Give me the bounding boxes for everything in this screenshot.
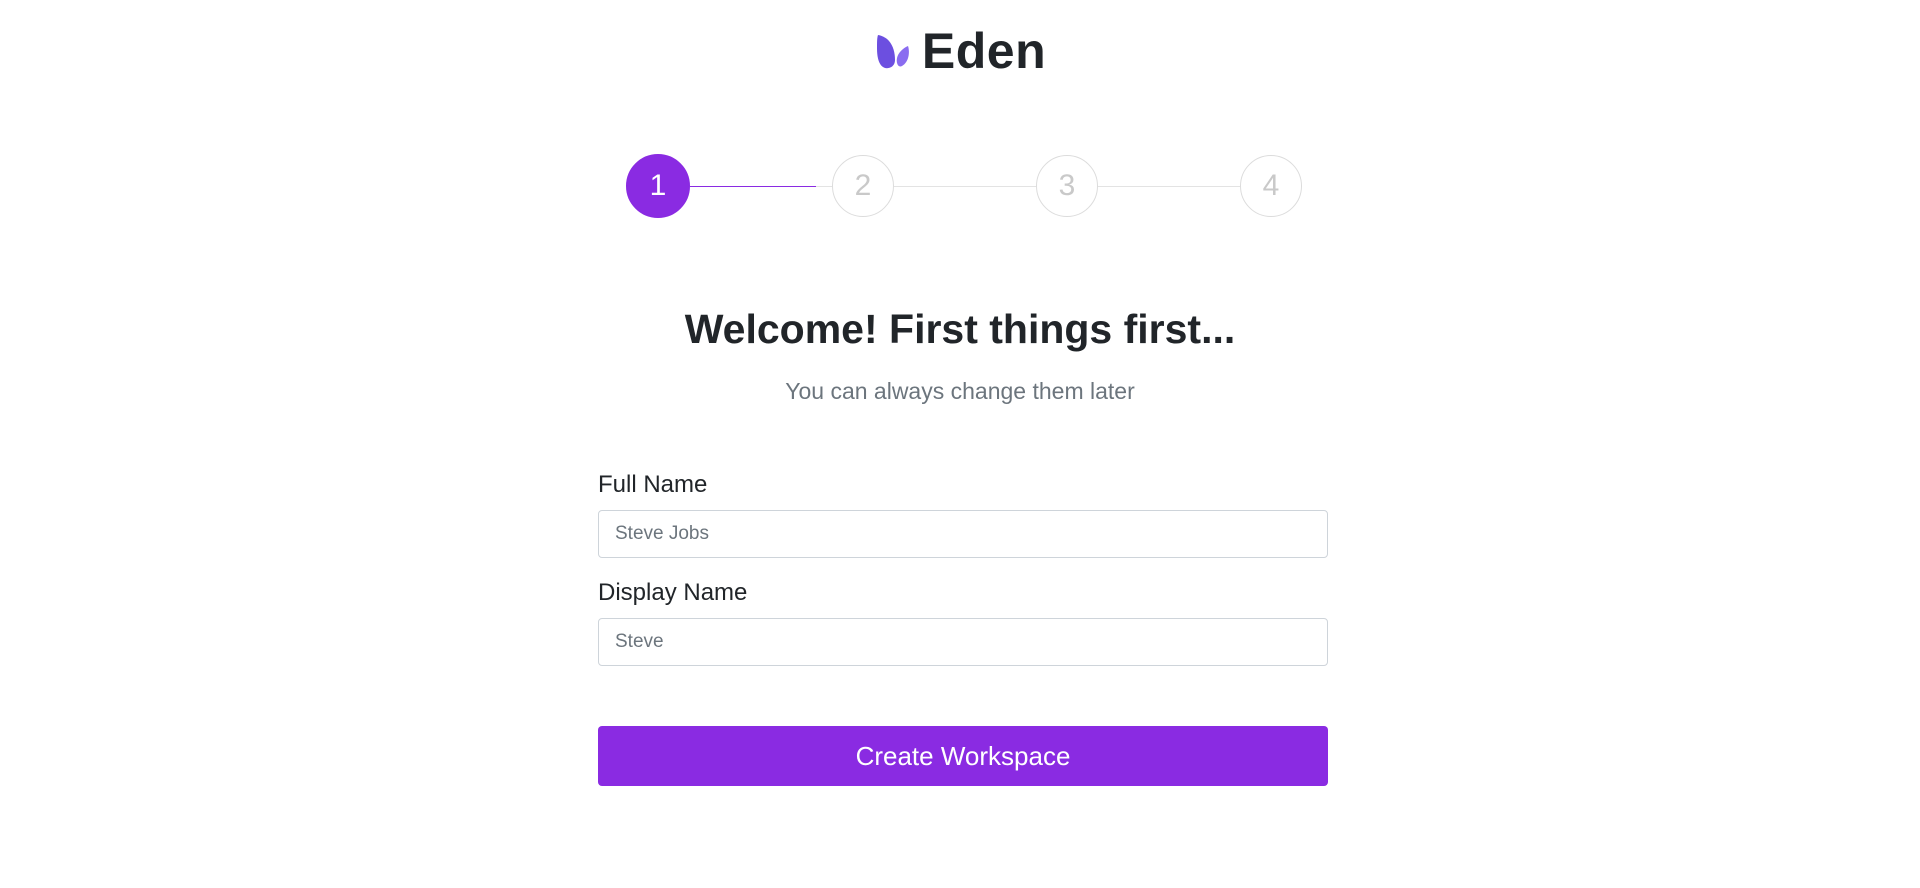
display-name-input[interactable] xyxy=(598,618,1328,666)
onboarding-page: Eden 1 2 3 4 Welcome! First things first… xyxy=(0,0,1920,888)
brand-logo-group[interactable]: Eden xyxy=(874,26,1046,76)
step-connector-2-3 xyxy=(894,186,1036,187)
step-connector-1-2 xyxy=(690,186,816,187)
step-4[interactable]: 4 xyxy=(1240,155,1302,217)
page-subtitle: You can always change them later xyxy=(785,378,1135,404)
page-title: Welcome! First things first... xyxy=(684,306,1236,352)
create-workspace-button[interactable]: Create Workspace xyxy=(598,726,1328,786)
step-1[interactable]: 1 xyxy=(626,154,690,218)
step-2[interactable]: 2 xyxy=(832,155,894,217)
step-3[interactable]: 3 xyxy=(1036,155,1098,217)
progress-stepper: 1 2 3 4 xyxy=(626,154,1302,219)
full-name-label: Full Name xyxy=(598,471,708,498)
brand-name: Eden xyxy=(921,23,1047,79)
step-connector-3-4 xyxy=(1098,186,1240,187)
display-name-group: Display Name xyxy=(598,578,1328,666)
full-name-input[interactable] xyxy=(598,510,1328,558)
step-connector-1-2-rest xyxy=(816,186,832,187)
leaf-logo-icon xyxy=(876,35,909,69)
display-name-label: Display Name xyxy=(598,579,748,606)
brand-header: Eden xyxy=(0,26,1920,76)
full-name-group: Full Name xyxy=(598,470,1328,558)
workspace-form: Full Name Display Name Create Workspace xyxy=(598,470,1328,786)
